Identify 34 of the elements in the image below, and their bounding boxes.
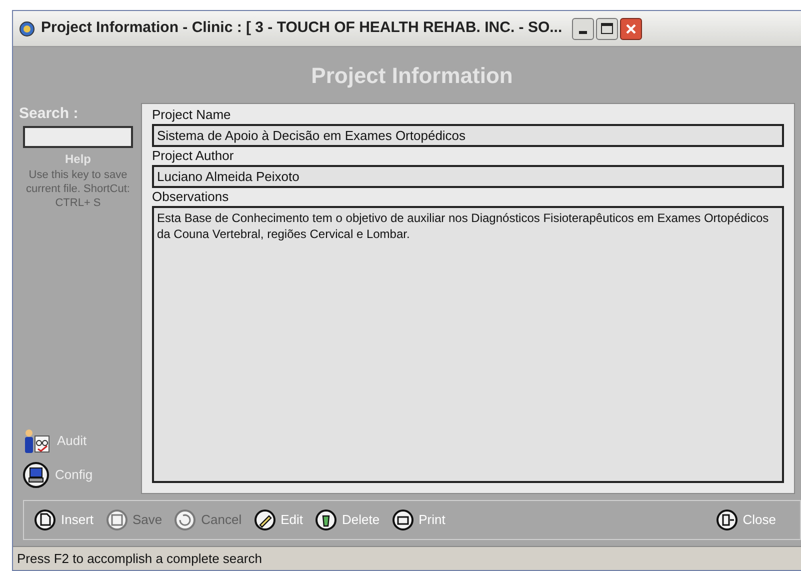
page-heading: Project Information bbox=[311, 62, 513, 90]
print-icon bbox=[392, 509, 414, 531]
window-title: Project Information - Clinic : [ 3 - TOUCH OF HEALTH REHAB. INC. - SO... bbox=[41, 18, 562, 38]
search-field[interactable] bbox=[23, 126, 133, 148]
maximize-button[interactable] bbox=[596, 18, 618, 40]
field-label: Project Name bbox=[152, 106, 232, 124]
delete-icon bbox=[315, 509, 338, 531]
help-text: Use this key to save current file. ShortCut: CTRL+ S bbox=[25, 168, 131, 210]
print-button[interactable]: Print bbox=[392, 506, 446, 534]
field-label: Project Author bbox=[152, 147, 235, 165]
close-icon bbox=[716, 509, 738, 531]
text-field[interactable]: Sistema de Apoio à Decisão em Exames Ortopédicos bbox=[152, 124, 784, 147]
close-button[interactable] bbox=[620, 18, 642, 40]
save-icon bbox=[106, 509, 128, 531]
delete-button[interactable]: Delete bbox=[315, 506, 380, 534]
search-label: Search : bbox=[19, 104, 78, 124]
insert-icon bbox=[34, 509, 56, 531]
close-icon bbox=[625, 22, 638, 34]
status-text: Press F2 to accomplish a complete search bbox=[17, 550, 262, 568]
insert-button[interactable]: Insert bbox=[34, 506, 94, 534]
close-form-button[interactable]: Close bbox=[716, 506, 776, 534]
computer-icon bbox=[23, 462, 49, 488]
minimize-button[interactable] bbox=[572, 18, 594, 40]
person-document-icon bbox=[23, 428, 51, 454]
edit-icon bbox=[254, 509, 276, 531]
observations-field[interactable]: Esta Base de Conhecimento tem o objetivo de auxiliar nos Diagnósticos Fisioterapêuticos em Exames Ortopédicos da Couna Vertebral, regiões Cervical e Lombar. bbox=[152, 206, 784, 483]
field-label: Observations bbox=[152, 188, 230, 206]
app-icon bbox=[19, 20, 35, 36]
cancel-icon bbox=[174, 509, 196, 531]
help-title: Help bbox=[64, 150, 91, 168]
edit-button[interactable]: Edit bbox=[254, 506, 304, 534]
text-field[interactable]: Luciano Almeida Peixoto bbox=[152, 165, 784, 188]
config-link[interactable]: Config bbox=[23, 462, 93, 488]
audit-link[interactable]: Audit bbox=[23, 428, 93, 454]
